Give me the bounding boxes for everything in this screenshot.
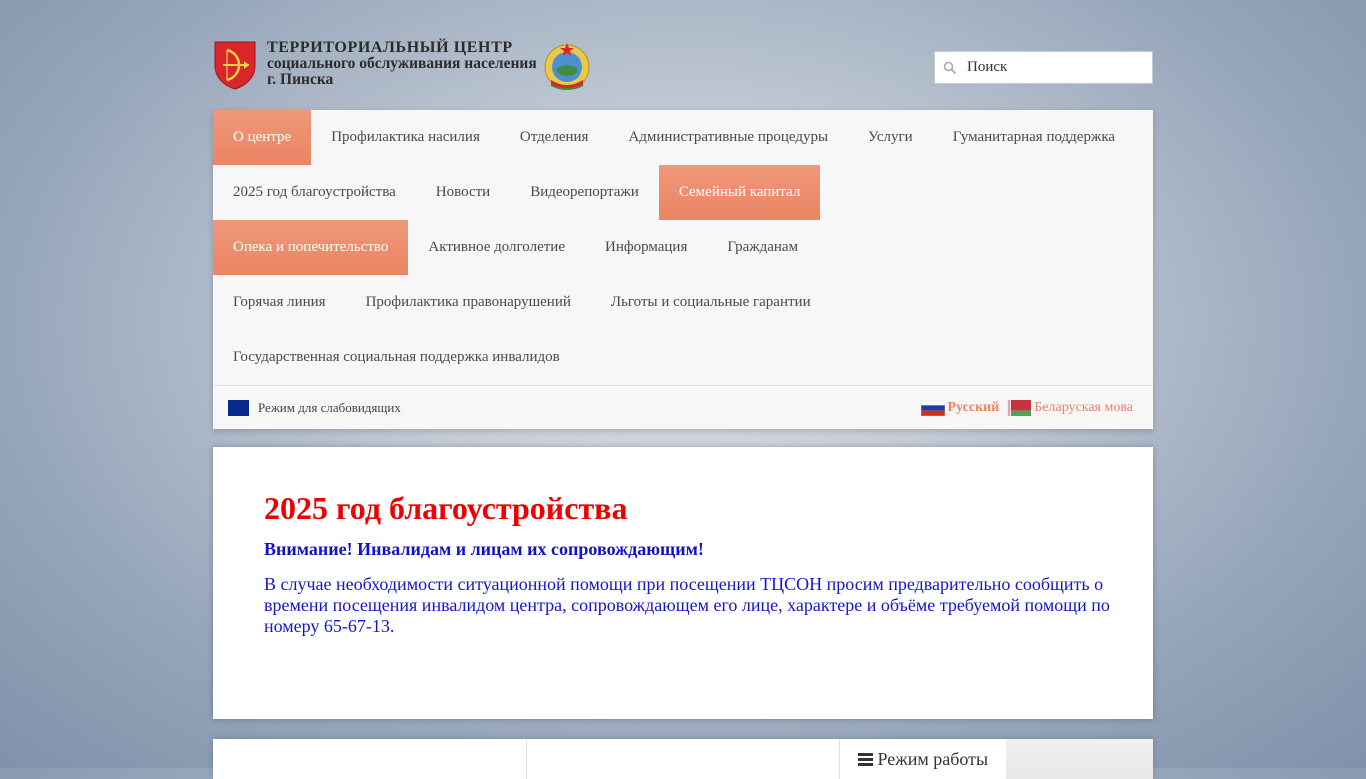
nav-item-active-longevity[interactable]: Активное долголетие <box>408 220 585 275</box>
nav-utility-bar: Режим для слабовидящих Русский Беларуска… <box>213 385 1153 429</box>
nav-row-2: 2025 год благоустройства Новости Видеоре… <box>213 165 1153 220</box>
search-input[interactable] <box>965 58 1139 77</box>
notice-paragraph: В случае необходимости ситуационной помо… <box>264 574 1110 636</box>
nav-item-admin-procedures[interactable]: Административные процедуры <box>608 110 848 165</box>
logo-line-2: социального обслуживания населения <box>267 55 537 72</box>
flag-by-icon <box>1007 400 1032 416</box>
belarus-emblem-icon <box>544 43 590 90</box>
main-content: 2025 год благоустройства Внимание! Инвал… <box>213 447 1153 719</box>
low-vision-icon <box>228 399 249 416</box>
nav-item-improvement-year[interactable]: 2025 год благоустройства <box>213 165 416 220</box>
lang-russian[interactable]: Русский <box>920 400 1000 416</box>
bottom-panel: Режим работы <box>213 739 1153 779</box>
notice-heading: Внимание! Инвалидам и лицам их сопровожд… <box>264 539 704 559</box>
site-logo[interactable]: ТЕРРИТОРИАЛЬНЫЙ ЦЕНТР социального обслуж… <box>213 40 593 92</box>
bottom-column-2 <box>527 739 840 779</box>
logo-line-1: ТЕРРИТОРИАЛЬНЫЙ ЦЕНТР <box>267 39 513 56</box>
nav-row-3: Опека и попечительство Активное долголет… <box>213 220 1153 275</box>
nav-item-hotline[interactable]: Горячая линия <box>213 275 346 330</box>
logo-line-3: г. Пинска <box>267 71 334 88</box>
lang-russian-label: Русский <box>947 400 1000 415</box>
main-navigation: О центре Профилактика насилия Отделения … <box>213 110 1153 429</box>
lang-belarusian-label: Беларуская мова <box>1034 400 1133 415</box>
nav-row-4: Горячая линия Профилактика правонарушени… <box>213 275 1153 330</box>
nav-item-video-reports[interactable]: Видеорепортажи <box>510 165 659 220</box>
language-switcher: Русский Беларуская мова <box>920 400 1133 416</box>
work-hours-label: Режим работы <box>877 749 989 769</box>
nav-row-5: Государственная социальная поддержка инв… <box>213 330 1153 385</box>
bottom-column-1 <box>213 739 527 779</box>
search-icon[interactable] <box>943 61 957 75</box>
nav-item-departments[interactable]: Отделения <box>500 110 609 165</box>
nav-item-services[interactable]: Услуги <box>848 110 933 165</box>
search-box <box>934 51 1153 84</box>
nav-item-humanitarian-support[interactable]: Гуманитарная поддержка <box>933 110 1135 165</box>
logo-text: ТЕРРИТОРИАЛЬНЫЙ ЦЕНТР социального обслуж… <box>267 40 537 88</box>
nav-item-disability-support[interactable]: Государственная социальная поддержка инв… <box>213 330 580 385</box>
nav-item-benefits[interactable]: Льготы и социальные гарантии <box>591 275 831 330</box>
page-title: 2025 год благоустройства <box>264 490 628 526</box>
nav-item-guardianship[interactable]: Опека и попечительство <box>213 220 409 275</box>
nav-item-information[interactable]: Информация <box>585 220 707 275</box>
flag-ru-icon <box>920 400 945 416</box>
nav-item-offense-prevention[interactable]: Профилактика правонарушений <box>346 275 591 330</box>
page-wrapper: ТЕРРИТОРИАЛЬНЫЙ ЦЕНТР социального обслуж… <box>213 0 1153 429</box>
menu-bars-icon <box>858 753 873 766</box>
nav-item-news[interactable]: Новости <box>416 165 510 220</box>
nav-item-family-capital[interactable]: Семейный капитал <box>658 165 821 220</box>
lang-belarusian[interactable]: Беларуская мова <box>1007 400 1133 416</box>
nav-item-about[interactable]: О центре <box>213 110 312 165</box>
nav-item-violence-prevention[interactable]: Профилактика насилия <box>311 110 500 165</box>
nav-item-citizens[interactable]: Гражданам <box>707 220 818 275</box>
bottom-filler <box>1006 739 1153 779</box>
low-vision-label: Режим для слабовидящих <box>258 399 401 415</box>
low-vision-toggle[interactable]: Режим для слабовидящих <box>228 399 401 416</box>
coat-of-arms-pinsk-icon <box>214 41 256 90</box>
work-hours-tab[interactable]: Режим работы <box>840 739 1006 779</box>
nav-row-1: О центре Профилактика насилия Отделения … <box>213 110 1153 165</box>
site-header: ТЕРРИТОРИАЛЬНЫЙ ЦЕНТР социального обслуж… <box>213 0 1153 110</box>
